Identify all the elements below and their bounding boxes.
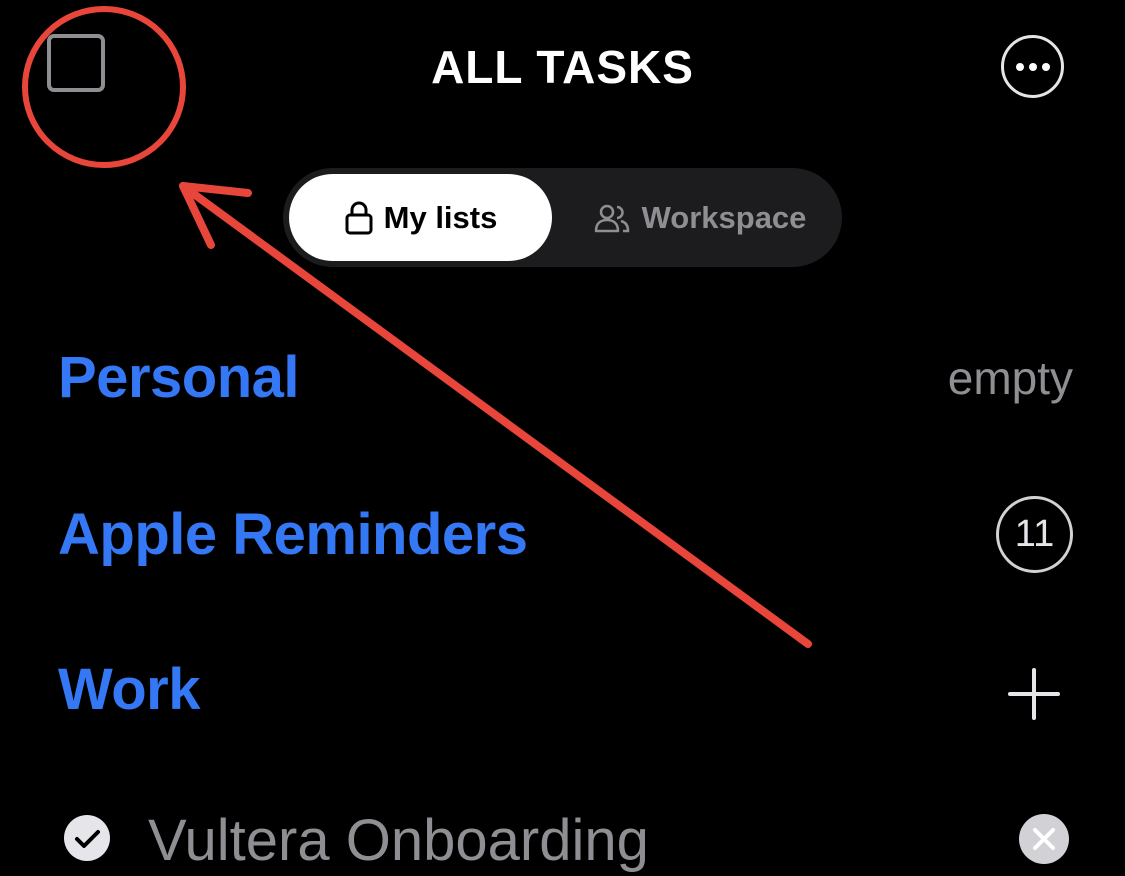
list-personal-status: empty [947,352,1073,404]
tab-workspace[interactable]: Workspace [560,174,840,261]
task-delete-icon[interactable] [1019,814,1069,864]
people-icon [594,204,629,232]
list-apple-reminders[interactable]: Apple Reminders [58,500,528,570]
list-personal[interactable]: Personal [58,343,300,413]
list-work[interactable]: Work [58,655,200,725]
page-title: ALL TASKS [431,41,694,93]
tab-workspace-label: Workspace [641,199,807,235]
list-apple-reminders-count-badge: 11 [996,496,1073,573]
annotation-arrow-head [179,182,252,249]
ellipsis-icon [1015,62,1050,71]
plus-icon[interactable] [1004,664,1064,724]
task-title[interactable]: Vultera Onboarding [148,806,649,876]
tab-my-lists[interactable]: My lists [289,174,552,261]
lock-icon [345,201,373,234]
task-completed-checkmark-icon[interactable] [64,815,110,861]
tab-my-lists-label: My lists [383,199,498,235]
more-options-button[interactable] [1001,35,1064,98]
